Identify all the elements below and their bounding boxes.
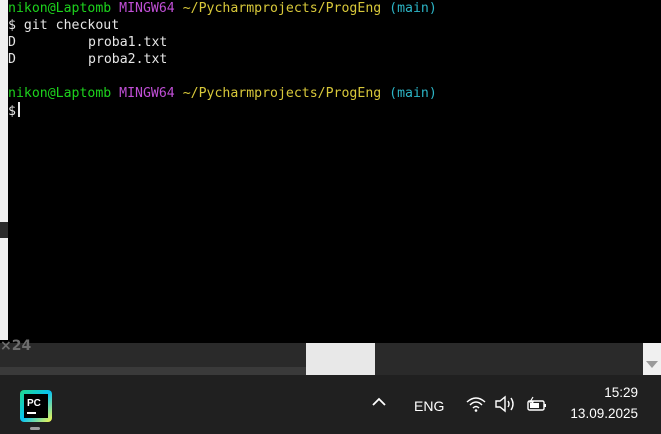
terminal-scrollbar[interactable] — [643, 0, 661, 375]
prompt-line-2: nikon@Laptomb MINGW64 ~/Pycharmprojects/… — [8, 85, 437, 102]
prompt-line-1: nikon@Laptomb MINGW64 ~/Pycharmprojects/… — [8, 0, 437, 17]
scroll-down-arrow-icon[interactable] — [646, 361, 658, 368]
background-window-bar — [0, 367, 306, 375]
background-window-panel — [306, 343, 375, 375]
wifi-icon[interactable] — [465, 395, 487, 413]
output-line-2: Dproba2.txt — [8, 51, 167, 68]
prompt-system: MINGW64 — [119, 86, 175, 101]
output-file: proba1.txt — [87, 35, 168, 50]
prompt-user: nikon@Laptomb — [8, 1, 112, 16]
prompt-path: ~/Pycharmprojects/ProgEng — [182, 86, 382, 101]
terminal-output[interactable]: nikon@Laptomb MINGW64 ~/Pycharmprojects/… — [8, 0, 643, 343]
clock-time[interactable]: 15:29 — [566, 385, 638, 400]
text-cursor — [17, 102, 20, 117]
chevron-up-icon[interactable] — [372, 397, 386, 407]
prompt-system: MINGW64 — [119, 1, 175, 16]
active-app-indicator — [30, 427, 40, 430]
volume-icon[interactable] — [494, 395, 516, 413]
output-file: proba2.txt — [87, 52, 168, 67]
prompt-symbol: $ — [8, 104, 16, 119]
command-line: $ git checkout — [8, 18, 120, 33]
clock-date[interactable]: 13.09.2025 — [566, 406, 638, 421]
prompt-user: nikon@Laptomb — [8, 86, 112, 101]
background-window — [0, 343, 643, 375]
prompt-branch: (main) — [389, 86, 437, 101]
prompt-branch: (main) — [389, 1, 437, 16]
scrollbar-track[interactable] — [643, 343, 661, 375]
background-window-edge-dark — [0, 222, 8, 238]
pycharm-icon[interactable]: PC — [20, 390, 52, 422]
output-line-1: Dproba1.txt — [8, 34, 167, 51]
output-status: D — [8, 35, 16, 50]
prompt-path: ~/Pycharmprojects/ProgEng — [182, 1, 382, 16]
background-window-label: ×24 — [0, 338, 32, 354]
language-indicator[interactable]: ENG — [414, 398, 444, 414]
input-line[interactable]: $ — [8, 102, 20, 120]
output-status: D — [8, 52, 16, 67]
background-window-edge — [0, 0, 8, 340]
taskbar: PC ENG 15:29 13.09.2025 — [0, 375, 661, 434]
battery-icon[interactable] — [524, 396, 548, 414]
svg-text:PC: PC — [27, 398, 41, 409]
